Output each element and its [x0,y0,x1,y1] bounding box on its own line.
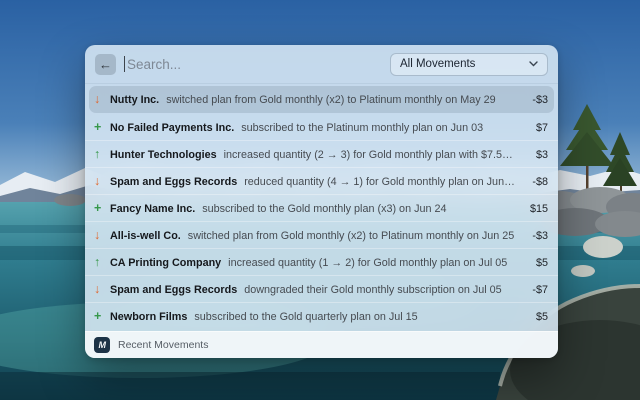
company-name: CA Printing Company [110,257,221,269]
recent-movements-window: ← All Movements ↓ Nutty Inc. switched pl… [85,45,558,358]
movement-amount: -$8 [524,176,548,188]
plus-icon: + [94,310,110,323]
company-name: Spam and Eggs Records [110,284,237,296]
movement-amount: -$7 [524,284,548,296]
company-name: No Failed Payments Inc. [110,122,234,134]
search-input[interactable] [124,57,382,72]
company-name: Newborn Films [110,311,187,323]
filter-dropdown[interactable]: All Movements [390,53,548,76]
desktop: ← All Movements ↓ Nutty Inc. switched pl… [0,0,640,400]
movement-row[interactable]: + Fancy Name Inc. subscribed to the Gold… [85,195,558,222]
arrow-down-icon: ↓ [94,93,110,106]
arrow-down-icon: ↓ [94,229,110,242]
movement-description: subscribed to the Gold monthly plan (x3)… [202,203,515,215]
plus-icon: + [94,121,110,134]
movement-row[interactable]: ↑ CA Printing Company increased quantity… [85,249,558,276]
company-name: Nutty Inc. [110,94,159,106]
movement-description: reduced quantity (4 → 1) for Gold monthl… [244,176,515,188]
movement-row[interactable]: ↓ All-is-well Co. switched plan from Gol… [85,222,558,249]
footer-label: Recent Movements [118,339,208,351]
chevron-down-icon [529,61,538,67]
company-name: All-is-well Co. [110,230,181,242]
company-name: Hunter Technologies [110,149,217,161]
movement-row[interactable]: ↓ Spam and Eggs Records downgraded their… [85,276,558,303]
movement-amount: -$3 [524,94,548,106]
arrow-down-icon: ↓ [94,283,110,296]
movement-row[interactable]: ↓ Nutty Inc. switched plan from Gold mon… [89,86,554,113]
movement-row[interactable]: + No Failed Payments Inc. subscribed to … [85,114,558,141]
movement-description: subscribed to the Gold quarterly plan on… [194,311,515,323]
app-logo-icon: M [94,337,110,353]
window-footer: M Recent Movements [85,331,558,358]
movement-row[interactable]: ↑ Hunter Technologies increased quantity… [85,141,558,168]
movements-list: ↓ Nutty Inc. switched plan from Gold mon… [85,84,558,331]
search-bar: ← All Movements [85,45,558,84]
movement-amount: $15 [524,203,548,215]
movement-description: increased quantity (2 → 3) for Gold mont… [224,149,515,161]
movement-description: switched plan from Gold monthly (x2) to … [166,94,515,106]
movement-amount: -$3 [524,230,548,242]
movement-row[interactable]: + Newborn Films subscribed to the Gold q… [85,303,558,330]
text-caret [124,56,125,72]
movement-amount: $5 [524,311,548,323]
arrow-up-icon: ↑ [94,256,110,269]
company-name: Spam and Eggs Records [110,176,237,188]
back-button[interactable]: ← [95,54,116,75]
movement-row[interactable]: ↓ Spam and Eggs Records reduced quantity… [85,168,558,195]
movement-description: subscribed to the Platinum monthly plan … [241,122,515,134]
arrow-left-icon: ← [99,58,112,71]
arrow-up-icon: ↑ [94,148,110,161]
movement-amount: $3 [524,149,548,161]
search-field-wrap [124,45,382,83]
plus-icon: + [94,202,110,215]
movement-amount: $7 [524,122,548,134]
company-name: Fancy Name Inc. [110,203,195,215]
movement-amount: $5 [524,257,548,269]
filter-dropdown-value: All Movements [400,58,475,70]
arrow-down-icon: ↓ [94,175,110,188]
movement-description: increased quantity (1 → 2) for Gold mont… [228,257,515,269]
movement-description: switched plan from Gold monthly (x2) to … [188,230,515,242]
movement-description: downgraded their Gold monthly subscripti… [244,284,515,296]
